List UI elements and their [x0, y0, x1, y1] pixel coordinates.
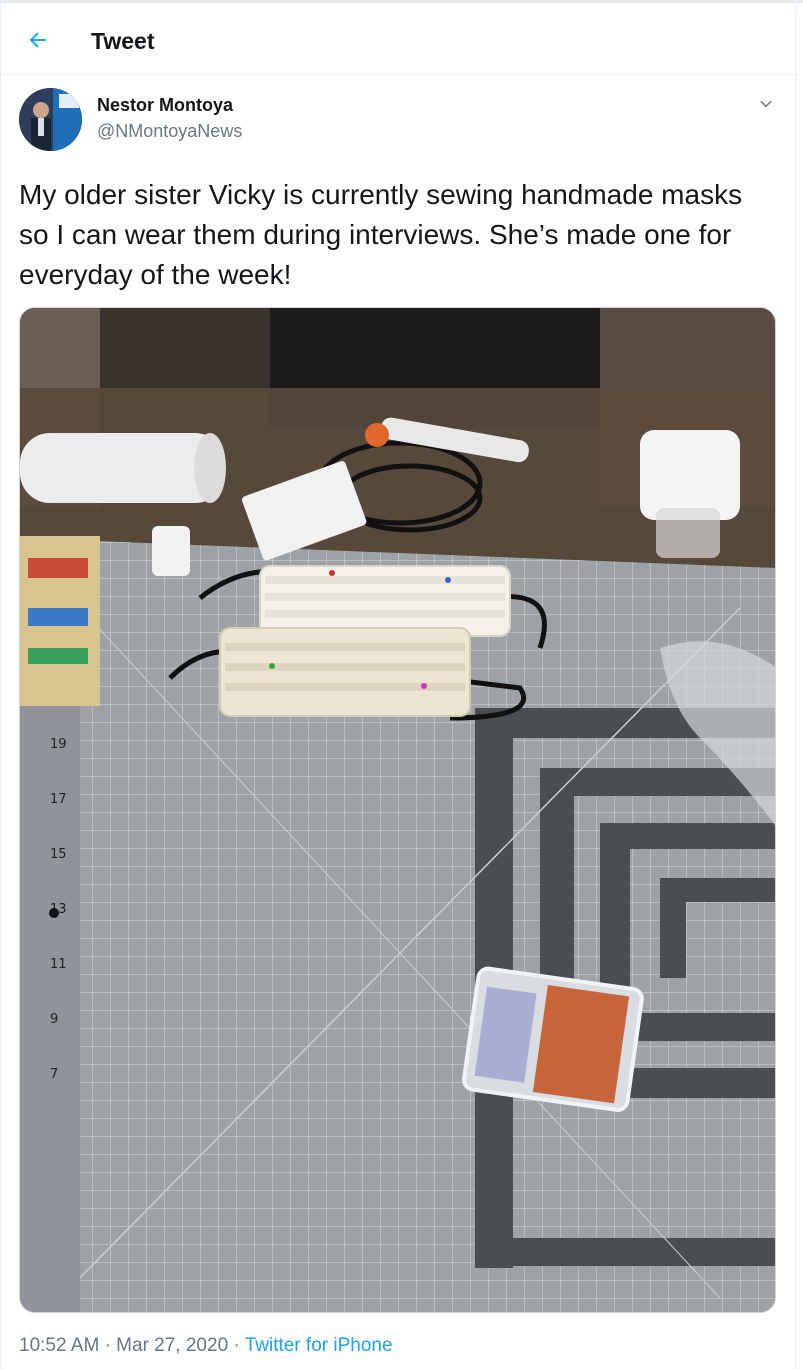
page-header: Tweet: [0, 3, 796, 75]
tweet-text: My older sister Vicky is currently sewin…: [19, 179, 743, 290]
author-handle[interactable]: @NMontoyaNews: [97, 120, 242, 142]
tweet-source-link[interactable]: Twitter for iPhone: [245, 1335, 393, 1356]
tweet-photo[interactable]: 2321 1917 1513 119 7: [19, 307, 776, 1313]
tweet-date[interactable]: Mar 27, 2020: [116, 1335, 228, 1356]
back-button[interactable]: [18, 20, 58, 60]
arrow-left-icon: [29, 32, 46, 48]
avatar-image: [19, 88, 82, 151]
svg-text:7: 7: [50, 1067, 58, 1082]
avatar[interactable]: [19, 88, 82, 151]
author-name[interactable]: Nestor Montoya: [97, 94, 233, 116]
meta-separator: ·: [104, 1335, 117, 1356]
svg-text:15: 15: [50, 847, 67, 862]
more-options-button[interactable]: [752, 90, 780, 118]
chevron-down-icon: [760, 100, 772, 108]
svg-text:17: 17: [50, 792, 67, 807]
meta-separator: ·: [233, 1335, 245, 1356]
svg-text:19: 19: [50, 737, 67, 752]
svg-text:9: 9: [50, 1012, 58, 1027]
svg-text:11: 11: [50, 957, 67, 972]
tweet-metadata: 10:52 AM · Mar 27, 2020 · Twitter for iP…: [19, 1334, 393, 1358]
page-title: Tweet: [91, 28, 155, 54]
photo-illustration: 2321 1917 1513 119 7: [20, 308, 775, 1312]
tweet-time[interactable]: 10:52 AM: [19, 1335, 99, 1356]
